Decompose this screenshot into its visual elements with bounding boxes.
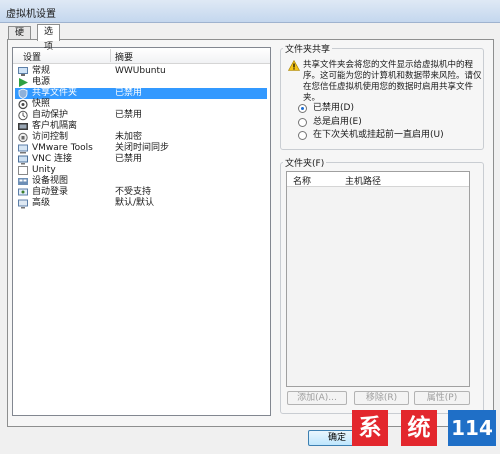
settings-row-name: VMware Tools: [32, 143, 93, 153]
settings-row-name: 自动保护: [32, 110, 69, 120]
folders-list-header: 名称 主机路径: [287, 172, 469, 187]
settings-row-advanced[interactable]: 高级 默认/默认: [15, 198, 267, 209]
snapshot-icon: [18, 99, 28, 110]
settings-row-power[interactable]: 电源: [15, 77, 267, 88]
settings-row-name: VNC 连接: [32, 154, 73, 164]
settings-row-guest-isolation[interactable]: 客户机隔离: [15, 121, 267, 132]
access-control-icon: [18, 132, 28, 143]
title-bar: 虚拟机设置: [0, 0, 500, 23]
shared-folders-icon: [18, 88, 28, 99]
watermark-char-1: 系: [352, 410, 388, 446]
settings-row-name: 设备视图: [32, 176, 69, 186]
settings-row-autoprotect[interactable]: 自动保护 已禁用: [15, 110, 267, 121]
settings-row-autologin[interactable]: 自动登录 不受支持: [15, 187, 267, 198]
folder-properties-button[interactable]: 属性(P): [414, 391, 470, 405]
settings-row-name: 电源: [32, 77, 51, 87]
window-title: 虚拟机设置: [6, 9, 56, 20]
folders-title: 文件夹(F): [283, 156, 327, 169]
settings-row-summary: 不受支持: [115, 187, 152, 197]
watermark-number: 114: [448, 410, 496, 446]
tab-hardware[interactable]: 硬件: [8, 26, 32, 51]
autoprotect-icon: [18, 110, 28, 121]
radio-label: 已禁用(D): [313, 103, 354, 113]
settings-row-access-control[interactable]: 访问控制 未加密: [15, 132, 267, 143]
column-settings[interactable]: 设置: [23, 50, 41, 63]
settings-row-summary: WWUbuntu: [115, 66, 166, 76]
folder-sharing-title: 文件夹共享: [283, 42, 333, 55]
tab-options[interactable]: 选项: [37, 24, 61, 52]
settings-list[interactable]: 设置 摘要 常规 WWUbuntu 电源 共享文件夹 已禁用 快照 自动保护 已…: [12, 47, 271, 416]
settings-row-name: Unity: [32, 165, 56, 175]
warning-icon: [288, 60, 300, 71]
settings-row-summary: 关闭时间同步: [115, 143, 170, 153]
settings-row-name: 常规: [32, 66, 51, 76]
column-host-path[interactable]: 主机路径: [345, 174, 381, 187]
settings-row-summary: 默认/默认: [115, 198, 155, 208]
radio-enabled-until-poweroff[interactable]: 在下次关机或挂起前一直启用(U): [288, 130, 468, 142]
settings-row-name: 自动登录: [32, 187, 69, 197]
radio-circle[interactable]: [298, 131, 307, 140]
remove-folder-button[interactable]: 移除(R): [354, 391, 409, 405]
settings-row-unity[interactable]: Unity: [15, 165, 267, 176]
settings-row-vnc[interactable]: VNC 连接 已禁用: [15, 154, 267, 165]
settings-row-summary: 已禁用: [115, 110, 143, 120]
settings-row-name: 客户机隔离: [32, 121, 78, 131]
unity-icon: [18, 166, 28, 175]
guest-isolation-icon: [18, 123, 28, 130]
autologin-icon: [18, 188, 28, 196]
radio-circle[interactable]: [298, 104, 307, 113]
settings-row-vmware-tools[interactable]: VMware Tools 关闭时间同步: [15, 143, 267, 154]
folders-list[interactable]: 名称 主机路径: [286, 171, 470, 387]
general-icon: [18, 67, 28, 76]
settings-row-shared-folders[interactable]: 共享文件夹 已禁用: [15, 88, 267, 99]
sharing-warning-text: 共享文件夹会将您的文件显示给虚拟机中的程序。这可能为您的计算机和数据带来风险。请…: [303, 60, 482, 103]
settings-row-general[interactable]: 常规 WWUbuntu: [15, 66, 267, 77]
device-view-icon: [18, 178, 28, 185]
column-name[interactable]: 名称: [293, 174, 311, 187]
radio-circle[interactable]: [298, 118, 307, 127]
radio-label: 在下次关机或挂起前一直启用(U): [313, 130, 444, 140]
settings-row-name: 共享文件夹: [32, 88, 78, 98]
settings-row-summary: 未加密: [115, 132, 143, 142]
vnc-icon: [18, 155, 28, 165]
radio-label: 总是启用(E): [313, 117, 362, 127]
settings-row-name: 快照: [32, 99, 51, 109]
advanced-icon: [18, 199, 28, 209]
power-icon: [19, 78, 28, 87]
settings-row-device-view[interactable]: 设备视图: [15, 176, 267, 187]
vmware-tools-icon: [18, 144, 28, 154]
column-summary[interactable]: 摘要: [115, 50, 133, 63]
radio-always-enabled[interactable]: 总是启用(E): [288, 117, 468, 129]
settings-row-snapshot[interactable]: 快照: [15, 99, 267, 110]
settings-row-name: 访问控制: [32, 132, 69, 142]
settings-row-name: 高级: [32, 198, 51, 208]
settings-row-summary: 已禁用: [115, 88, 143, 98]
radio-disabled[interactable]: 已禁用(D): [288, 103, 468, 115]
add-folder-button[interactable]: 添加(A)...: [287, 391, 347, 405]
settings-row-summary: 已禁用: [115, 154, 143, 164]
watermark-char-2: 统: [401, 410, 437, 446]
